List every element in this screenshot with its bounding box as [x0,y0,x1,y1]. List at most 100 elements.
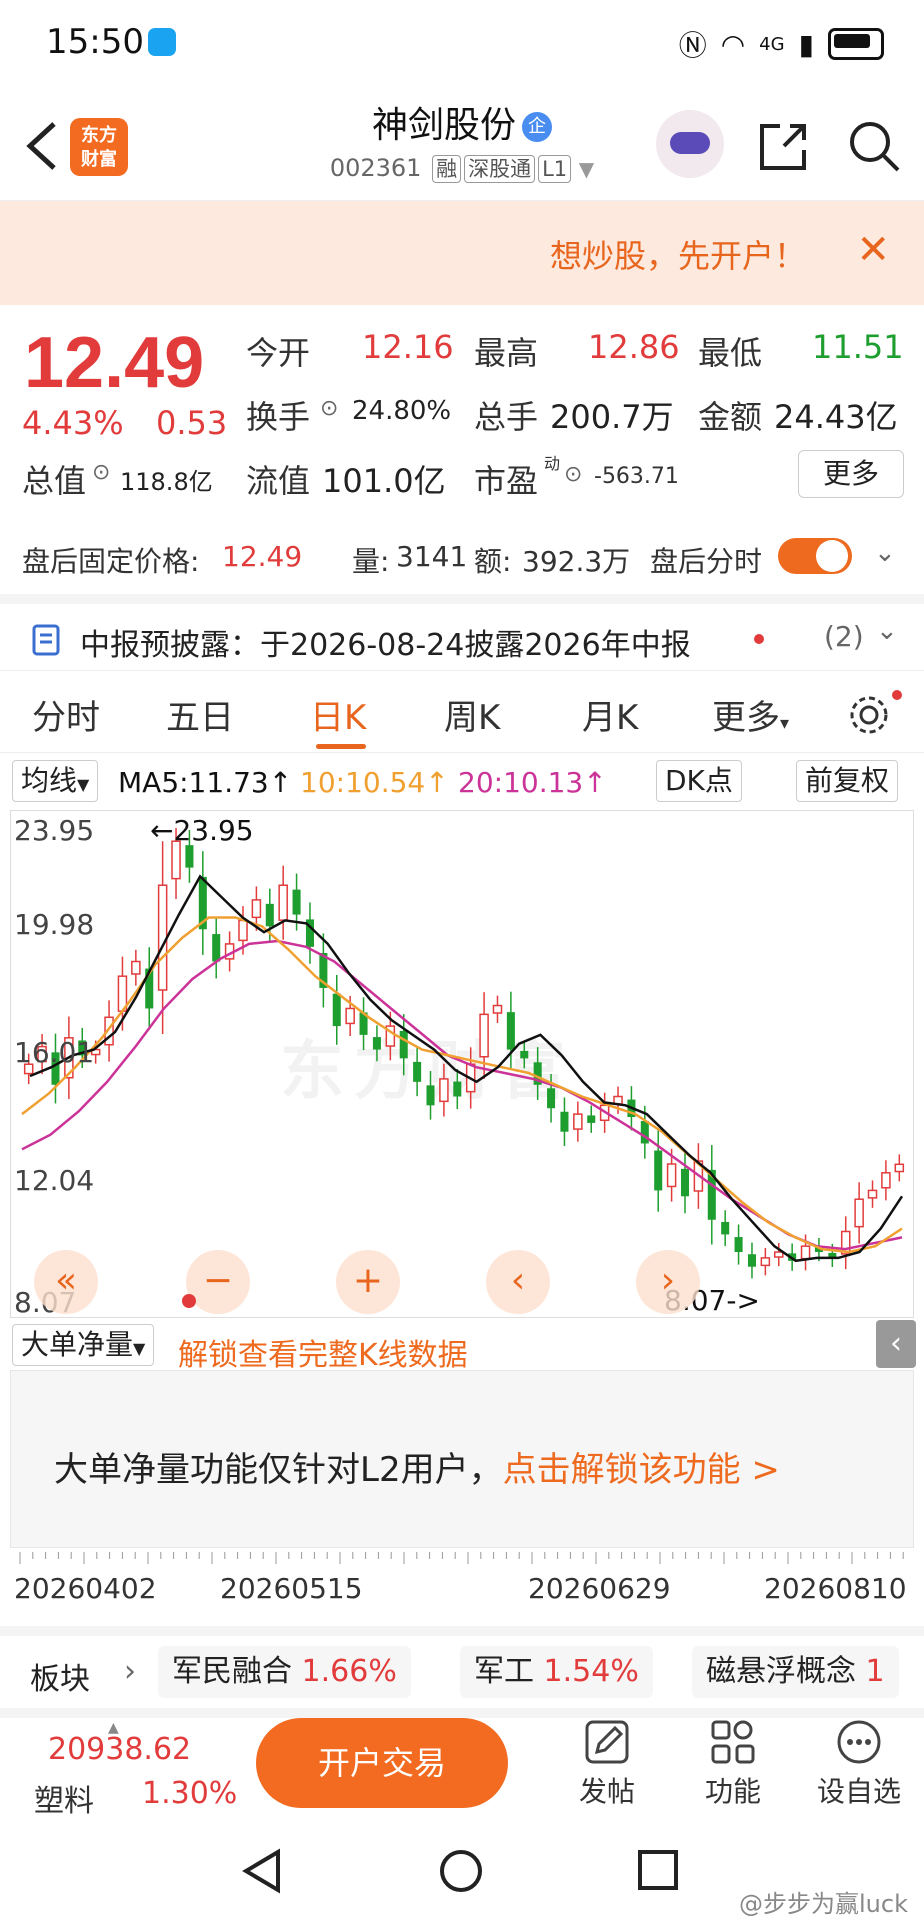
date-axis: 20260402 20260515 20260629 20260810 [0,1552,924,1622]
scroll-left-button[interactable]: ‹ [486,1250,550,1314]
y-tick-label: 16.01 [14,1036,95,1069]
search-icon[interactable] [844,116,904,176]
pe-superscript: 动 [544,454,561,473]
candle-body [881,1172,891,1189]
sector-chip[interactable]: 军工 1.54% [460,1646,653,1698]
candle-body [666,1163,677,1188]
chevron-down-icon[interactable]: ⌄ [876,616,898,646]
indicator-row: 大单净量▼ 解锁查看完整K线数据 [0,1320,924,1373]
open-value: 12.16 [362,328,454,366]
more-button[interactable]: 更多 [798,450,904,498]
info-icon[interactable]: ⊙ [320,396,338,421]
post-button[interactable]: 发帖 [552,1718,662,1810]
candle-body [238,919,248,942]
candle-body [185,845,194,868]
candle-body [399,1030,408,1059]
scroll-left-fast-button[interactable]: « [34,1250,98,1314]
chevron-down-icon[interactable]: ⌄ [874,538,896,568]
wifi-icon: ◠ [720,27,746,61]
adjust-button[interactable]: 前复权 [796,760,899,802]
unread-dot [892,690,902,700]
image-watermark: @步步为赢luck [739,1890,908,1918]
current-price: 12.49 [24,323,205,403]
tab-monthly-k[interactable]: 月K [582,690,638,739]
more-dots-icon [837,1720,881,1764]
indicator-panel-text: 大单净量功能仅针对L2用户， [54,1450,503,1490]
sector-chip[interactable]: 军民融合 1.66% [158,1646,411,1698]
candle-body [292,889,301,915]
share-icon[interactable] [754,116,814,176]
volume-value: 200.7万 [550,398,674,436]
volume-label: 总手 [474,398,539,436]
sector-name: 军工 [474,1654,534,1689]
dk-point-button[interactable]: DK点 [656,760,742,802]
add-watchlist-button[interactable]: 设自选 [804,1718,914,1810]
date-label: 20260515 [220,1572,363,1605]
info-icon[interactable]: ⊙ [564,462,582,487]
index-value[interactable]: 20938.62 [48,1732,191,1767]
battery-icon [828,28,884,60]
unlock-link[interactable]: 解锁查看完整K线数据 [178,1330,468,1374]
date-label: 20260810 [764,1572,907,1605]
sector-pct: 1 [865,1654,885,1689]
tab-weekly-k[interactable]: 周K [444,690,500,739]
open-account-trade-button[interactable]: 开户交易 [256,1718,508,1808]
tab-more-label: 更多 [712,698,780,738]
close-icon[interactable]: ✕ [856,227,890,273]
ma-selector-label: 均线 [21,764,78,797]
function-button[interactable]: 功能 [678,1718,788,1810]
candle-body [587,1115,596,1123]
tag-connect: 深股通 [464,155,536,183]
period-tabs: 分时 五日 日K 周K 月K 更多▾ [0,672,924,753]
after-hours-row: 盘后固定价格: 12.49 量: 3141 额: 392.3万 盘后分时 ⌄ [0,520,924,590]
tab-five-day[interactable]: 五日 [166,690,234,739]
ma-row: 均线▼ MA5:11.73↑ 10:10.54↑ 20:10.13↑ DK点 前… [0,756,924,806]
float-value: 101.0亿 [322,462,446,500]
candle-body [747,1254,756,1267]
status-icons: Ⓝ ◠ 4G ▮ [679,24,884,64]
after-hours-timeshare-label: 盘后分时 [650,545,763,578]
nav-home-icon[interactable] [438,1848,484,1894]
tab-daily-k[interactable]: 日K [310,690,366,739]
change-percent: 4.43% [22,404,124,442]
zoom-out-button[interactable]: − [186,1250,250,1314]
ma-selector[interactable]: 均线▼ [12,760,99,802]
pe-value: -563.71 [594,464,679,489]
pe-label: 市盈 [474,462,539,500]
indicator-selector[interactable]: 大单净量▼ [12,1324,155,1366]
collapse-panel-button[interactable]: ‹ [876,1320,916,1368]
change-amount: 0.53 [156,404,228,442]
after-hours-price: 12.49 [222,540,303,573]
toggle-knob [816,540,848,572]
grid-icon [711,1720,755,1764]
candle-body [867,1189,878,1199]
disclosure-row[interactable]: 中报预披露：于2026-08-24披露2026年中报 (2) ⌄ [0,604,924,674]
float-label: 流值 [246,462,311,500]
caret-down-icon: ▼ [77,775,90,794]
index-name: 塑料 [34,1784,94,1819]
chevron-down-icon: ▼ [578,157,595,181]
promo-banner[interactable]: 想炒股，先开户！ ✕ [0,201,924,305]
tab-intraday[interactable]: 分时 [32,690,100,739]
info-icon[interactable]: ⊙ [92,460,110,485]
candle-body [654,1150,663,1191]
tab-more[interactable]: 更多▾ [712,690,789,739]
nav-recents-icon[interactable] [636,1848,680,1892]
kline-svg [21,828,905,1279]
nav-back-icon[interactable] [240,1848,284,1894]
candle-body [773,1251,784,1258]
candle-body [800,1245,811,1260]
tag-level: L1 [538,155,572,183]
candle-body [413,1061,422,1082]
unlock-feature-link[interactable]: 点击解锁该功能 > [503,1450,780,1490]
network-label: 4G [759,33,785,55]
settings-gear-icon[interactable] [846,692,892,738]
sector-chip[interactable]: 磁悬浮概念 1 [692,1646,899,1698]
chevron-right-icon[interactable]: › [124,1654,136,1689]
bottom-toolbar: ▲ 20938.62 塑料 1.30% 开户交易 发帖 功能 设自选 [0,1718,924,1820]
event-marker-dot[interactable] [182,1294,196,1308]
indicator-message: 大单净量功能仅针对L2用户，点击解锁该功能 > [54,1442,780,1491]
zoom-in-button[interactable]: + [336,1250,400,1314]
scroll-right-button[interactable]: › [636,1250,700,1314]
candle-body [734,1237,743,1253]
